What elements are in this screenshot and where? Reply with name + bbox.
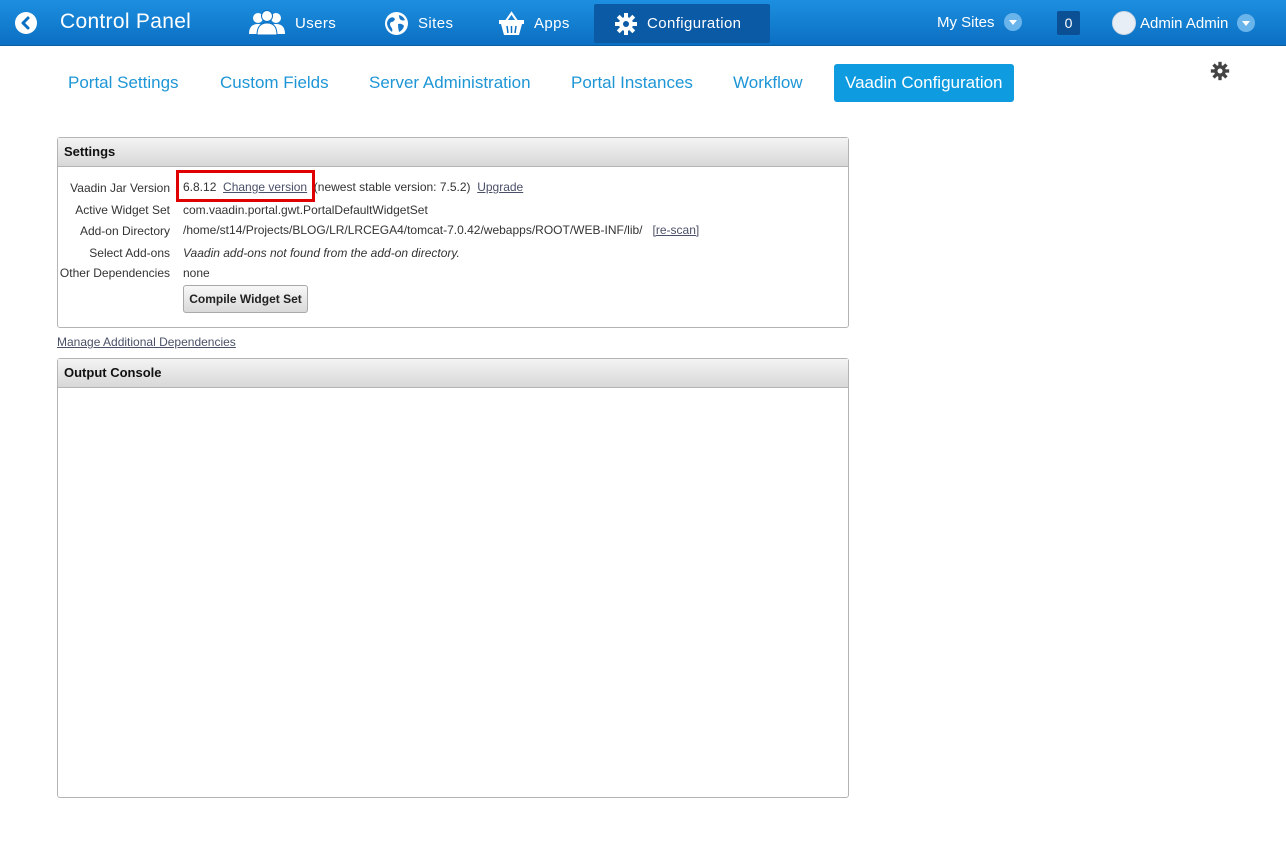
manage-dependencies-link[interactable]: Manage Additional Dependencies — [57, 335, 236, 349]
addon-directory-value: /home/st14/Projects/BLOG/LR/LRCEGA4/tomc… — [183, 223, 643, 237]
newest-version-text: (newest stable version: 7.5.2) — [313, 180, 471, 194]
addon-directory-row: /home/st14/Projects/BLOG/LR/LRCEGA4/tomc… — [183, 223, 699, 237]
tab-portal-instances[interactable]: Portal Instances — [571, 64, 693, 102]
widget-set-value: com.vaadin.portal.gwt.PortalDefaultWidge… — [183, 203, 428, 217]
dockbar: Control Panel Users Sites Apps Configura… — [0, 0, 1286, 46]
tab-vaadin-configuration[interactable]: Vaadin Configuration — [834, 64, 1014, 102]
output-console-panel: Output Console — [57, 358, 849, 798]
nav-apps-label: Apps — [534, 14, 570, 32]
tab-workflow[interactable]: Workflow — [733, 64, 803, 102]
notification-count-badge[interactable]: 0 — [1057, 11, 1080, 35]
other-dependencies-value: none — [183, 266, 210, 280]
tab-server-administration[interactable]: Server Administration — [369, 64, 531, 102]
gear-icon — [614, 12, 638, 36]
users-icon — [248, 10, 286, 36]
addon-directory-label: Add-on Directory — [79, 224, 170, 238]
output-console-header: Output Console — [58, 359, 848, 388]
my-sites-menu[interactable]: My Sites — [937, 13, 1022, 31]
nav-sites-label: Sites — [418, 14, 454, 32]
avatar — [1112, 11, 1136, 35]
my-sites-label: My Sites — [937, 13, 995, 31]
widget-set-label: Active Widget Set — [75, 203, 170, 217]
upgrade-link[interactable]: Upgrade — [477, 180, 523, 194]
chevron-down-icon — [1237, 14, 1256, 32]
highlight-box — [176, 170, 315, 202]
select-addons-value: Vaadin add-ons not found from the add-on… — [183, 246, 460, 260]
select-addons-label: Select Add-ons — [89, 246, 170, 260]
other-dependencies-label: Other Dependencies — [59, 266, 170, 280]
nav-apps[interactable]: Apps — [498, 4, 570, 42]
nav-sites[interactable]: Sites — [384, 4, 453, 42]
chevron-left-icon — [21, 16, 30, 30]
jar-version-label: Vaadin Jar Version — [70, 181, 170, 195]
basket-icon — [498, 10, 525, 36]
compile-widget-set-button[interactable]: Compile Widget Set — [183, 285, 308, 313]
nav-users-label: Users — [295, 14, 337, 32]
user-menu[interactable]: Admin Admin — [1112, 11, 1256, 35]
settings-header: Settings — [58, 138, 848, 167]
chevron-down-icon — [1003, 13, 1022, 31]
user-name: Admin Admin — [1140, 14, 1229, 32]
gear-icon[interactable] — [1210, 61, 1230, 86]
tab-custom-fields[interactable]: Custom Fields — [220, 64, 329, 102]
rescan-link[interactable]: [re-scan] — [653, 223, 700, 237]
tab-portal-settings[interactable]: Portal Settings — [68, 64, 179, 102]
back-button[interactable] — [15, 12, 37, 34]
nav-configuration-label: Configuration — [647, 15, 742, 32]
globe-icon — [384, 11, 409, 36]
control-panel-title[interactable]: Control Panel — [60, 10, 191, 34]
nav-configuration[interactable]: Configuration — [594, 4, 770, 43]
nav-users[interactable]: Users — [248, 4, 336, 42]
